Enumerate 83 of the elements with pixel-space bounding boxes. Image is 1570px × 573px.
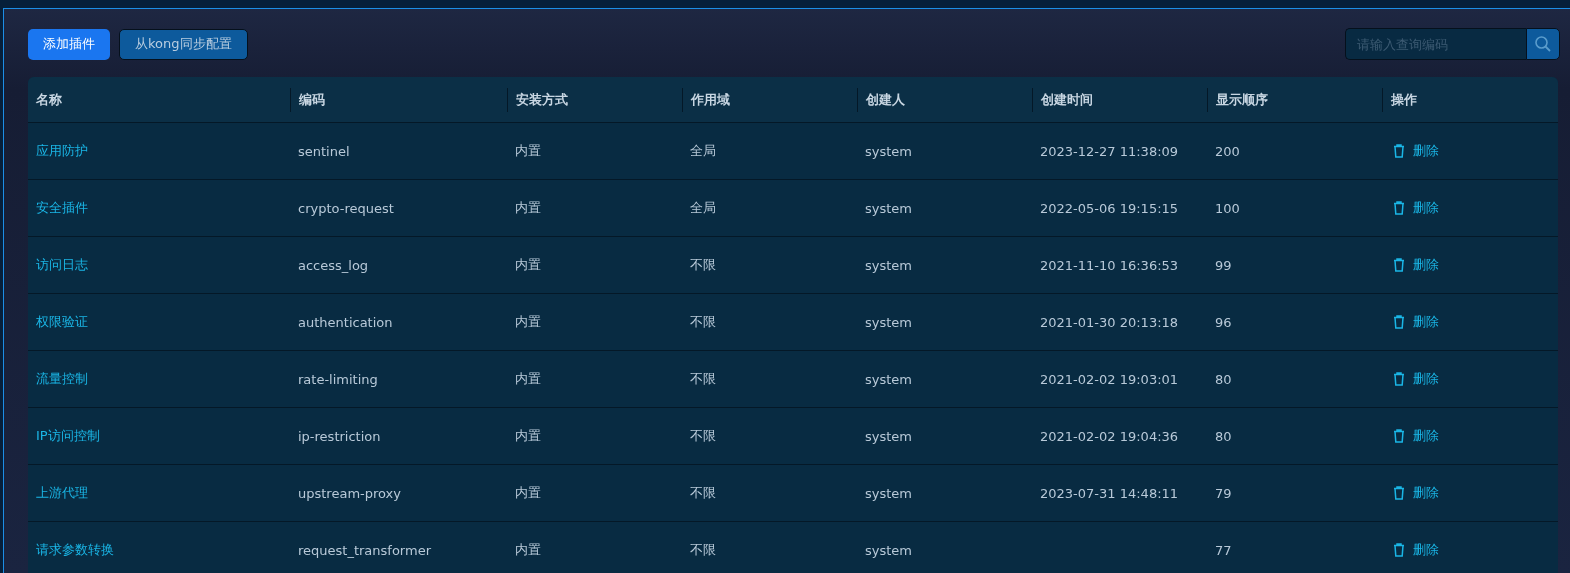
table-cell: upstream-proxy bbox=[298, 485, 401, 501]
table-cell: 内置 bbox=[515, 484, 541, 502]
search-button[interactable] bbox=[1526, 28, 1560, 60]
delete-link[interactable]: 删除 bbox=[1393, 199, 1439, 217]
plugin-name-link[interactable]: 上游代理 bbox=[36, 484, 88, 502]
table-cell: 内置 bbox=[515, 313, 541, 331]
trash-icon bbox=[1393, 486, 1405, 500]
table-cell: 内置 bbox=[515, 370, 541, 388]
table-cell: system bbox=[865, 200, 912, 216]
table-cell: 内置 bbox=[515, 541, 541, 559]
table-cell: system bbox=[865, 143, 912, 159]
table-cell: 不限 bbox=[690, 541, 716, 559]
table-cell: 内置 bbox=[515, 142, 541, 160]
table-cell: sentinel bbox=[298, 143, 350, 159]
trash-icon bbox=[1393, 201, 1405, 215]
plugin-name-link[interactable]: 流量控制 bbox=[36, 370, 88, 388]
delete-link[interactable]: 删除 bbox=[1393, 370, 1439, 388]
trash-icon bbox=[1393, 429, 1405, 443]
delete-link[interactable]: 删除 bbox=[1393, 142, 1439, 160]
column-header: 创建人 bbox=[866, 90, 905, 109]
plugin-name-link[interactable]: 应用防护 bbox=[36, 142, 88, 160]
column-header: 操作 bbox=[1391, 90, 1417, 109]
trash-icon bbox=[1393, 543, 1405, 557]
table-cell: authentication bbox=[298, 314, 393, 330]
table-cell: request_transformer bbox=[298, 542, 431, 558]
table-cell: 2021-02-02 19:04:36 bbox=[1040, 428, 1179, 444]
delete-link[interactable]: 删除 bbox=[1393, 484, 1439, 502]
table-cell: 2021-11-10 16:36:53 bbox=[1040, 257, 1179, 273]
add-button[interactable]: 添加插件 bbox=[28, 28, 110, 60]
table-cell: 200 bbox=[1215, 143, 1240, 159]
table-cell: 100 bbox=[1215, 200, 1240, 216]
table-cell: 全局 bbox=[690, 199, 716, 217]
column-header: 编码 bbox=[299, 90, 325, 109]
table-cell: 内置 bbox=[515, 256, 541, 274]
plugin-name-link[interactable]: IP访问控制 bbox=[36, 427, 100, 445]
table-cell: system bbox=[865, 542, 912, 558]
table-cell: 不限 bbox=[690, 370, 716, 388]
column-header: 显示顺序 bbox=[1216, 90, 1268, 109]
table-cell: 96 bbox=[1215, 314, 1232, 330]
table-cell: 不限 bbox=[690, 256, 716, 274]
table-cell: system bbox=[865, 485, 912, 501]
table-cell: system bbox=[865, 257, 912, 273]
table-cell: 内置 bbox=[515, 199, 541, 217]
plugin-name-link[interactable]: 安全插件 bbox=[36, 199, 88, 217]
table-cell: 77 bbox=[1215, 542, 1232, 558]
table-cell: system bbox=[865, 371, 912, 387]
table-cell: system bbox=[865, 428, 912, 444]
column-header: 创建时间 bbox=[1041, 90, 1093, 109]
plugin-name-link[interactable]: 访问日志 bbox=[36, 256, 88, 274]
table-cell: ip-restriction bbox=[298, 428, 381, 444]
column-header: 作用域 bbox=[691, 90, 730, 109]
table-cell: 99 bbox=[1215, 257, 1232, 273]
delete-link[interactable]: 删除 bbox=[1393, 541, 1439, 559]
table-cell: 2023-07-31 14:48:11 bbox=[1040, 485, 1179, 501]
table-cell: 不限 bbox=[690, 484, 716, 502]
table-cell: 80 bbox=[1215, 371, 1232, 387]
search-icon bbox=[1534, 35, 1552, 53]
table-cell: 内置 bbox=[515, 427, 541, 445]
table-cell: 79 bbox=[1215, 485, 1232, 501]
table-cell: access_log bbox=[298, 257, 369, 273]
table-cell: 不限 bbox=[690, 427, 716, 445]
trash-icon bbox=[1393, 315, 1405, 329]
table-cell: 2023-12-27 11:38:09 bbox=[1040, 143, 1179, 159]
trash-icon bbox=[1393, 258, 1405, 272]
table-cell: 80 bbox=[1215, 428, 1232, 444]
plugin-name-link[interactable]: 权限验证 bbox=[36, 313, 88, 331]
table-cell: 2021-02-02 19:03:01 bbox=[1040, 371, 1179, 387]
table-cell: 2022-05-06 19:15:15 bbox=[1040, 200, 1179, 216]
trash-icon bbox=[1393, 144, 1405, 158]
table-cell: 2021-01-30 20:13:18 bbox=[1040, 314, 1179, 330]
column-header: 安装方式 bbox=[516, 90, 568, 109]
table-cell: 全局 bbox=[690, 142, 716, 160]
sync-button[interactable]: 从kong同步配置 bbox=[119, 28, 248, 60]
delete-link[interactable]: 删除 bbox=[1393, 313, 1439, 331]
table-cell: rate-limiting bbox=[298, 371, 378, 387]
table-cell: crypto-request bbox=[298, 200, 394, 216]
table-cell: system bbox=[865, 314, 912, 330]
trash-icon bbox=[1393, 372, 1405, 386]
table-cell: 不限 bbox=[690, 313, 716, 331]
delete-link[interactable]: 删除 bbox=[1393, 256, 1439, 274]
delete-link[interactable]: 删除 bbox=[1393, 427, 1439, 445]
plugin-name-link[interactable]: 请求参数转换 bbox=[36, 541, 114, 559]
column-header: 名称 bbox=[36, 90, 62, 109]
